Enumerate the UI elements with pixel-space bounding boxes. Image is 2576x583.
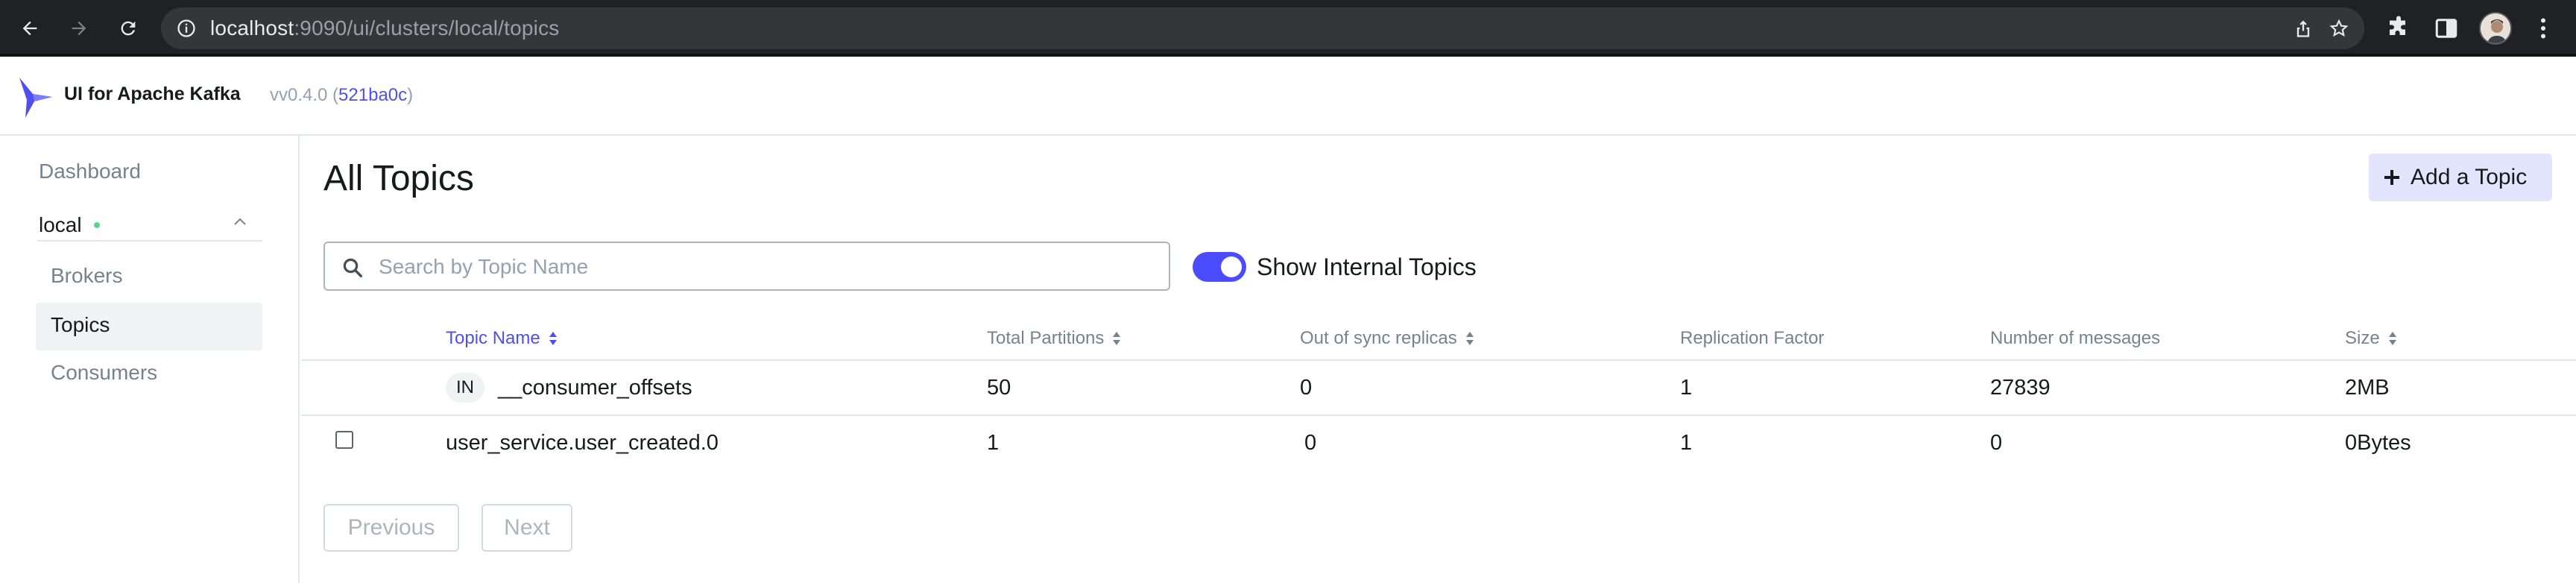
sort-arrows-icon (1465, 332, 1474, 345)
share-icon[interactable] (2293, 18, 2314, 39)
out-of-sync-cell: 0 (1304, 431, 1317, 455)
extensions-puzzle-icon[interactable] (2385, 15, 2412, 42)
column-header-size[interactable]: Size (2345, 328, 2398, 349)
sort-arrows-icon (549, 332, 557, 345)
next-page-button[interactable]: Next (482, 504, 572, 552)
toggle-knob (1221, 256, 1242, 277)
address-bar[interactable]: localhost:9090/ui/clusters/local/topics (161, 7, 2364, 49)
row-select-checkbox[interactable] (335, 431, 353, 449)
app-header: UI for Apache Kafka vv0.4.0 (521ba0c) (0, 57, 2576, 136)
commit-link[interactable]: 521ba0c (338, 85, 407, 105)
total-partitions-cell: 50 (987, 376, 1011, 400)
side-panel-icon[interactable] (2433, 15, 2460, 42)
url-text: localhost:9090/ui/clusters/local/topics (210, 7, 560, 49)
table-row: user_service.user_created.0 1 0 1 0 0Byt… (301, 416, 2576, 471)
back-arrow-icon[interactable] (15, 13, 45, 43)
add-topic-label: Add a Topic (2411, 165, 2528, 189)
sort-arrows-icon (1113, 332, 1121, 345)
messages-cell: 0 (1990, 431, 2003, 455)
browser-toolbar: localhost:9090/ui/clusters/local/topics (0, 0, 2576, 57)
column-header-total-partitions[interactable]: Total Partitions (987, 328, 1122, 349)
forward-arrow-icon[interactable] (64, 13, 94, 43)
url-path: :9090/ui/clusters/local/topics (294, 16, 560, 40)
total-partitions-cell: 1 (987, 431, 1000, 455)
cluster-online-status-dot (94, 222, 100, 228)
column-header-topic-name[interactable]: Topic Name (446, 328, 558, 349)
chevron-up-icon[interactable] (231, 213, 249, 231)
previous-page-button[interactable]: Previous (323, 504, 459, 552)
table-row: IN __consumer_offsets 50 0 1 27839 2MB (301, 361, 2576, 416)
size-cell: 2MB (2345, 376, 2390, 400)
out-of-sync-cell: 0 (1300, 376, 1313, 400)
size-cell: 0Bytes (2345, 431, 2411, 455)
plus-icon (2384, 170, 2399, 185)
cluster-name: local (39, 213, 82, 236)
search-icon (341, 256, 364, 279)
browser-menu-icon[interactable] (2530, 15, 2557, 42)
kafka-ui-logo-icon[interactable] (16, 75, 55, 121)
topic-search-box (323, 242, 1170, 291)
column-label: Total Partitions (987, 328, 1105, 348)
column-label: Topic Name (446, 328, 540, 348)
url-host: localhost (210, 16, 294, 40)
version-prefix: vv0.4.0 ( (270, 85, 339, 105)
topic-name-link[interactable]: __consumer_offsets (498, 376, 692, 400)
internal-badge: IN (446, 373, 484, 403)
replication-factor-cell: 1 (1680, 376, 1693, 400)
replication-factor-cell: 1 (1680, 431, 1693, 455)
column-label: Number of messages (1990, 328, 2161, 348)
sidebar-item-dashboard[interactable]: Dashboard (39, 160, 141, 183)
sidebar-item-topics[interactable]: Topics (51, 313, 110, 337)
messages-cell: 27839 (1990, 376, 2051, 400)
sidebar-nav: Dashboard local Brokers Topics Consumers (0, 136, 300, 583)
sort-arrows-icon (2388, 332, 2396, 345)
column-header-out-of-sync-replicas[interactable]: Out of sync replicas (1300, 328, 1475, 349)
column-label: Out of sync replicas (1300, 328, 1457, 348)
version-suffix: ) (407, 85, 414, 105)
reload-icon[interactable] (113, 13, 143, 43)
topics-table-header: Topic Name Total Partitions Out of sync … (301, 324, 2576, 361)
sidebar-item-consumers[interactable]: Consumers (51, 361, 157, 385)
add-topic-button[interactable]: Add a Topic (2369, 154, 2552, 201)
sidebar-item-brokers[interactable]: Brokers (51, 264, 122, 288)
topic-name-link[interactable]: user_service.user_created.0 (446, 431, 719, 456)
column-label: Replication Factor (1680, 328, 1825, 348)
site-info-icon[interactable] (176, 18, 197, 39)
page-title: All Topics (323, 159, 474, 198)
column-label: Size (2345, 328, 2380, 348)
column-header-replication-factor: Replication Factor (1680, 328, 1824, 349)
app-brand-name[interactable]: UI for Apache Kafka (64, 83, 241, 105)
sidebar-cluster-local[interactable]: local (37, 204, 262, 242)
show-internal-topics-toggle[interactable] (1193, 252, 1246, 282)
topic-search-input[interactable] (379, 250, 1154, 283)
column-header-number-of-messages: Number of messages (1990, 328, 2160, 349)
bookmark-star-icon[interactable] (2329, 18, 2349, 39)
profile-avatar[interactable] (2479, 12, 2512, 45)
app-version: vv0.4.0 (521ba0c) (270, 85, 413, 106)
show-internal-topics-label: Show Internal Topics (1257, 253, 1477, 280)
